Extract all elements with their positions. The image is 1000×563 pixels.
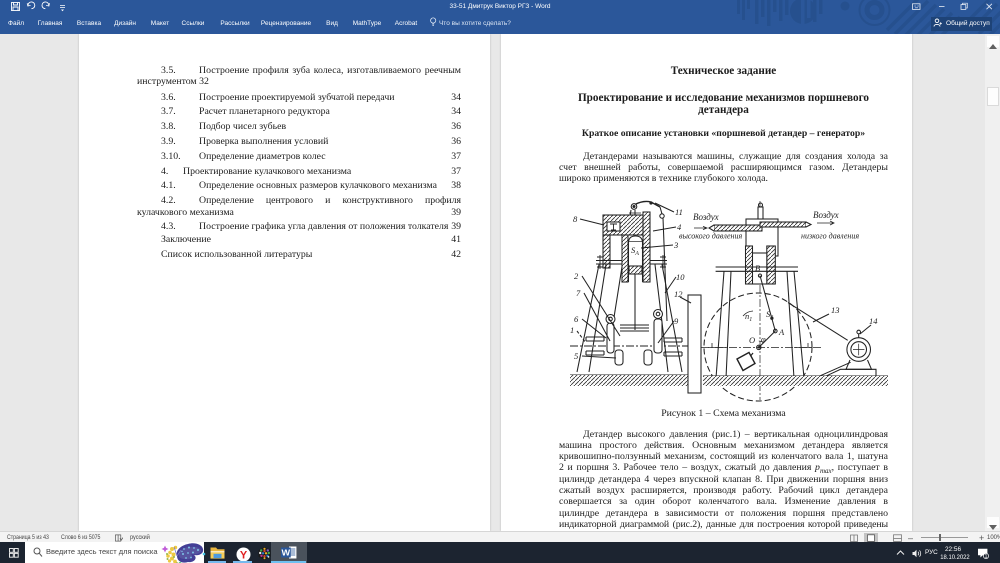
svg-text:Воздух: Воздух (693, 212, 719, 222)
svg-text:W: W (281, 548, 291, 557)
svg-text:9: 9 (674, 316, 679, 326)
svg-text:Воздух: Воздух (813, 210, 839, 220)
svg-text:3: 3 (673, 240, 678, 250)
svg-text:6: 6 (574, 314, 579, 324)
svg-text:4: 4 (677, 222, 682, 232)
svg-text:n1: n1 (745, 311, 752, 323)
svg-text:B: B (755, 263, 760, 273)
svg-text:1: 1 (985, 553, 988, 558)
svg-text:11: 11 (675, 207, 683, 217)
svg-text:1: 1 (570, 325, 574, 335)
svg-text:O: O (749, 335, 755, 345)
svg-text:2: 2 (574, 271, 579, 281)
svg-text:высокого давления: высокого давления (679, 232, 743, 241)
svg-text:8: 8 (573, 214, 578, 224)
svg-text:5: 5 (574, 351, 578, 361)
svg-text:Y: Y (240, 549, 248, 561)
svg-text:10: 10 (676, 272, 685, 282)
svg-text:A: A (778, 327, 785, 337)
svg-text:13: 13 (831, 305, 840, 315)
svg-text:12: 12 (674, 289, 683, 299)
svg-text:φ: φ (761, 334, 766, 344)
svg-text:низкого давления: низкого давления (801, 232, 859, 241)
svg-text:S2: S2 (766, 309, 773, 321)
svg-text:7: 7 (576, 288, 581, 298)
svg-text:14: 14 (869, 316, 878, 326)
